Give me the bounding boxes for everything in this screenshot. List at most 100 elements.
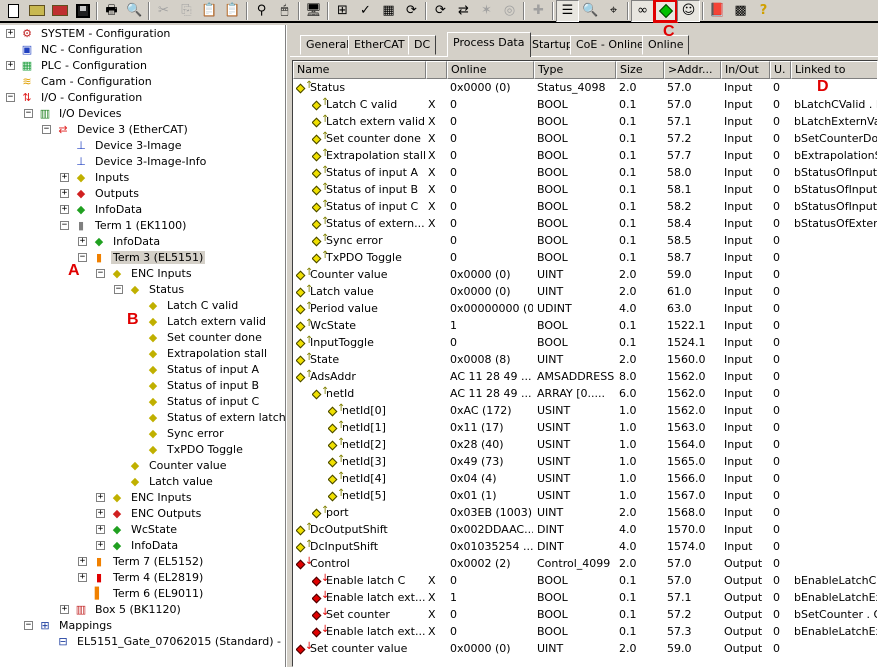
tree-item[interactable]: ◆ Extrapolation stall [132, 345, 269, 361]
tree-item[interactable]: + ◆ WcState [96, 521, 179, 537]
tree-item[interactable]: + ◆ InfoData [96, 537, 180, 553]
collapse-icon[interactable]: − [96, 268, 105, 278]
help-button[interactable]: ? [752, 0, 775, 22]
grid-row[interactable]: ↓ Enable latch ext... X 0 BOOL 0.1 57.3 Output 0… [293, 623, 877, 640]
cut-button[interactable]: ✂ [152, 0, 175, 22]
grid-row[interactable]: ↓ Enable latch C X 0 BOOL 0.1 57.0 Output 0 bEnab… [293, 572, 877, 589]
grid-row[interactable]: ↑ Status of extern... X 0 BOOL 0.1 58.4 Input 0 b… [293, 215, 877, 232]
tree-item[interactable]: + ◆ ENC Inputs [96, 489, 194, 505]
generate-mappings-button[interactable]: ⊞ [331, 0, 354, 22]
tree-item[interactable]: − ◆ ENC Inputs [96, 265, 194, 281]
tree-item[interactable]: − ⇅ I/O - Configuration [6, 89, 144, 105]
grid-row[interactable]: ↑ netId[0] 0xAC (172) USINT 1.0 1562.0 Input 0 [293, 402, 877, 419]
tree-item[interactable]: ▣ NC - Configuration [6, 41, 144, 57]
grid-row[interactable]: ↑ Latch extern valid X 0 BOOL 0.1 57.1 Input 0 bL… [293, 113, 877, 130]
grid-row[interactable]: ↑ netId[5] 0x01 (1) USINT 1.0 1567.0 Input 0 [293, 487, 877, 504]
tree-item[interactable]: ≋ Cam - Configuration [6, 73, 154, 89]
tree-item[interactable]: ⊟ EL5151_Gate_07062015 (Standard) - Devic… [42, 633, 285, 649]
tree-item[interactable]: − ▮ Term 1 (EK1100) [60, 217, 188, 233]
expand-icon[interactable]: + [6, 60, 15, 70]
expand-icon[interactable]: + [96, 492, 105, 502]
grid-row[interactable]: ↑ AdsAddr AC 11 28 49 ... AMSADDRESS 8.0 1562… [293, 368, 877, 385]
expand-icon[interactable]: + [78, 236, 87, 246]
tree-item[interactable]: + ▦ PLC - Configuration [6, 57, 149, 73]
grid-row[interactable]: ↑ netId[1] 0x11 (17) USINT 1.0 1563.0 Input 0 [293, 419, 877, 436]
grid-row[interactable]: ↑ Extrapolation stall X 0 BOOL 0.1 57.7 Input 0 b… [293, 147, 877, 164]
collapse-icon[interactable]: − [60, 220, 69, 230]
zoom-button[interactable]: 🔍 [579, 0, 602, 22]
book-help-button[interactable]: 📕 [706, 0, 729, 22]
collapse-icon[interactable]: − [78, 252, 87, 262]
tree-item[interactable]: + ◆ InfoData [78, 233, 162, 249]
tree-item[interactable]: ◆ Set counter done [132, 329, 264, 345]
column-header[interactable]: U. [770, 61, 791, 79]
tree-item[interactable]: + ◆ Inputs [60, 169, 131, 185]
tree-item[interactable]: ◆ Counter value [114, 457, 229, 473]
tree-item[interactable]: ⊥ Device 3-Image-Info [60, 153, 208, 169]
tab-dc[interactable]: DC [408, 35, 437, 55]
check-configuration-button[interactable]: ✓ [354, 0, 377, 22]
column-header[interactable]: In/Out [721, 61, 770, 79]
expand-icon[interactable]: + [96, 508, 105, 518]
add-item-button[interactable]: ✚ [527, 0, 550, 22]
expand-icon[interactable]: + [60, 604, 69, 614]
wizard-button[interactable]: ✶ [475, 0, 498, 22]
grid-row[interactable]: ↑ Status of input A X 0 BOOL 0.1 58.0 Input 0 bSt… [293, 164, 877, 181]
tab-process-data[interactable]: Process Data [447, 32, 531, 57]
glasses-button[interactable]: ∞ [631, 0, 654, 22]
activate-configuration-button[interactable]: ▦ [377, 0, 400, 22]
iq-help-button[interactable]: ☺ [677, 0, 700, 22]
scope-button[interactable]: ⌖ [602, 0, 625, 22]
open-from-target-button[interactable] [48, 0, 71, 22]
expand-icon[interactable]: + [96, 540, 105, 550]
print-preview-button[interactable]: 🔍 [123, 0, 146, 22]
expand-icon[interactable]: + [60, 204, 69, 214]
tree-item[interactable]: − ⊞ Mappings [24, 617, 114, 633]
tree-item[interactable]: ◆ Status of extern latch [132, 409, 285, 425]
show-online-data-button[interactable]: ☰ [556, 0, 579, 22]
open-file-button[interactable] [25, 0, 48, 22]
column-header[interactable]: Online [447, 61, 534, 79]
tab-coe-online[interactable]: CoE - Online [570, 35, 650, 55]
paste-button[interactable]: 📋 [198, 0, 221, 22]
print-button[interactable]: 🖶 [100, 0, 123, 22]
grid-row[interactable]: ↑ Latch value 0x0000 (0) UINT 2.0 61.0 Input 0 [293, 283, 877, 300]
column-header[interactable] [426, 61, 447, 79]
expand-icon[interactable]: + [6, 28, 15, 38]
collapse-icon[interactable]: − [42, 124, 51, 134]
tree-item[interactable]: + ◆ Outputs [60, 185, 141, 201]
grid-row[interactable]: ↑ netId[3] 0x49 (73) USINT 1.0 1565.0 Input 0 [293, 453, 877, 470]
grid-row[interactable]: ↑ WcState 1 BOOL 0.1 1522.1 Input 0 [293, 317, 877, 334]
tree-item[interactable]: ◆ Latch C valid [132, 297, 240, 313]
tree-item[interactable]: − ⇄ Device 3 (EtherCAT) [42, 121, 190, 137]
grid-row[interactable]: ↑ port 0x03EB (1003) UINT 2.0 1568.0 Input 0 [293, 504, 877, 521]
column-header[interactable]: Linked to [791, 61, 877, 79]
grid-row[interactable]: ↓ Control 0x0002 (2) Control_4099 2.0 57.0 Out… [293, 555, 877, 572]
collapse-icon[interactable]: − [6, 92, 15, 102]
tree-item[interactable]: + ▮ Term 4 (EL2819) [78, 569, 205, 585]
column-header[interactable]: Name [293, 61, 426, 79]
grid-row[interactable]: ↓ Set counter value 0x0000 (0) UINT 2.0 59.0 O… [293, 640, 877, 657]
tree-item[interactable]: ◆ Status of input B [132, 377, 261, 393]
expand-icon[interactable]: + [78, 556, 87, 566]
expand-icon[interactable]: + [96, 524, 105, 534]
tree-item[interactable]: − ▮ Term 3 (EL5151) [78, 249, 206, 265]
paste-with-links-button[interactable]: 📋 [221, 0, 244, 22]
info-button[interactable]: ▩ [729, 0, 752, 22]
expand-icon[interactable]: + [60, 188, 69, 198]
tree-item[interactable]: ◆ Status of input A [132, 361, 261, 377]
grid-row[interactable]: ↑ DcInputShift 0x01035254 ... DINT 4.0 1574.0… [293, 538, 877, 555]
collapse-icon[interactable]: − [24, 620, 33, 630]
collapse-icon[interactable]: − [114, 284, 123, 294]
column-header[interactable]: Size [616, 61, 664, 79]
tab-ethercat[interactable]: EtherCAT [348, 35, 411, 55]
grid-row[interactable]: ↑ Status of input C X 0 BOOL 0.1 58.2 Input 0 bSt… [293, 198, 877, 215]
grid-row[interactable]: ↑ netId[4] 0x04 (4) USINT 1.0 1566.0 Input 0 [293, 470, 877, 487]
grid-row[interactable]: ↑ TxPDO Toggle 0 BOOL 0.1 58.7 Input 0 [293, 249, 877, 266]
tree-item[interactable]: + ◆ ENC Outputs [96, 505, 203, 521]
tree-item[interactable]: ◆ TxPDO Toggle [132, 441, 245, 457]
grid-row[interactable]: ↑ Period value 0x00000000 (0) UDINT 4.0 63.0 I… [293, 300, 877, 317]
tree-item[interactable]: + ▥ Box 5 (BK1120) [60, 601, 183, 617]
restart-run-mode-button[interactable]: ⟳ [429, 0, 452, 22]
mouse-button[interactable]: 🖱 [273, 0, 296, 22]
